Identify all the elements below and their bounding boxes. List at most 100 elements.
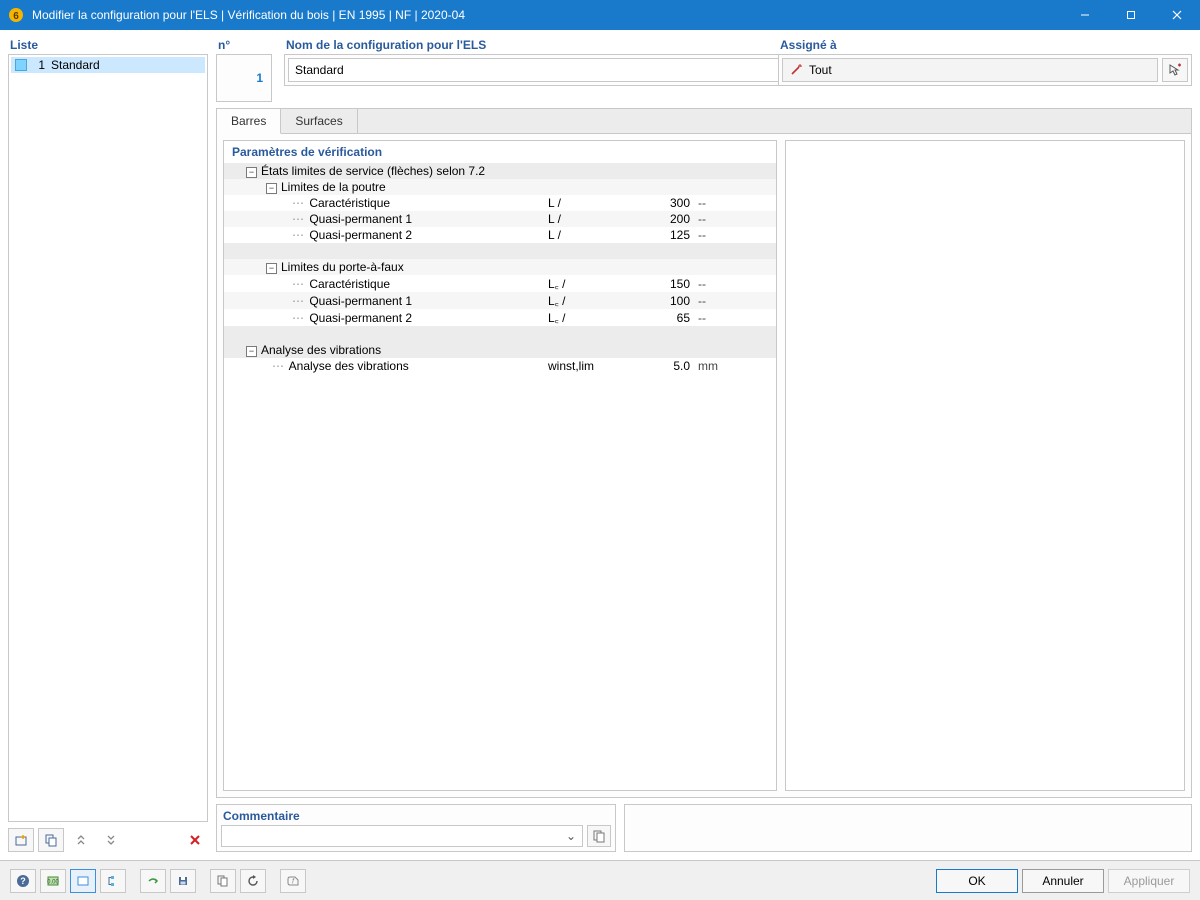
param-row[interactable]: ⋯ CaractéristiqueL /300--: [224, 195, 776, 211]
param-value[interactable]: 100: [614, 292, 694, 309]
copy-button[interactable]: [210, 869, 236, 893]
param-symbol: L /: [544, 195, 614, 211]
window-controls: [1062, 0, 1200, 30]
comment-library-button[interactable]: [587, 825, 611, 847]
close-button[interactable]: [1154, 0, 1200, 30]
param-label: Caractéristique: [309, 277, 390, 291]
param-symbol: winst,lim: [544, 358, 614, 374]
move-down-button[interactable]: [98, 828, 124, 852]
ok-button[interactable]: OK: [936, 869, 1018, 893]
svg-text:0.00: 0.00: [47, 879, 59, 885]
param-unit: --: [694, 309, 734, 326]
list-toolbar: [8, 828, 208, 852]
param-row[interactable]: ⋯ Quasi-permanent 2L꜀ /65--: [224, 309, 776, 326]
svg-text:6: 6: [13, 11, 19, 22]
units-button[interactable]: 0.00: [40, 869, 66, 893]
collapse-icon[interactable]: −: [246, 346, 257, 357]
list-item-number: 1: [33, 58, 45, 72]
new-config-button[interactable]: [8, 828, 34, 852]
script-button[interactable]: f: [280, 869, 306, 893]
svg-text:f: f: [292, 878, 295, 885]
help-button[interactable]: ?: [10, 869, 36, 893]
param-label: Quasi-permanent 1: [309, 212, 412, 226]
config-name-value: Standard: [295, 63, 344, 77]
collapse-icon[interactable]: −: [246, 167, 257, 178]
upper-area: Liste 1 Standard: [8, 38, 1192, 852]
tree-button[interactable]: [100, 869, 126, 893]
list-header: Liste: [8, 38, 208, 54]
param-value[interactable]: 150: [614, 275, 694, 292]
comment-preview-area: [624, 804, 1192, 852]
param-unit: --: [694, 227, 734, 243]
param-value[interactable]: 65: [614, 309, 694, 326]
minimize-button[interactable]: [1062, 0, 1108, 30]
param-value[interactable]: 125: [614, 227, 694, 243]
section-row[interactable]: −Analyse des vibrations: [224, 342, 776, 358]
param-symbol: L /: [544, 227, 614, 243]
chevron-down-icon: ⌄: [566, 829, 576, 843]
assigned-panel: Assigné à Tout: [778, 38, 1192, 86]
move-up-button[interactable]: [68, 828, 94, 852]
param-label: Caractéristique: [309, 196, 390, 210]
param-unit: --: [694, 211, 734, 227]
tabs-body: Paramètres de vérification −États limite…: [217, 134, 1191, 797]
section-label: États limites de service (flèches) selon…: [261, 164, 485, 178]
wand-icon: [789, 63, 803, 77]
param-label: Quasi-permanent 2: [309, 228, 412, 242]
maximize-button[interactable]: [1108, 0, 1154, 30]
list-item-label: Standard: [51, 58, 100, 72]
save-button[interactable]: [170, 869, 196, 893]
list-item[interactable]: 1 Standard: [11, 57, 205, 73]
reset-button[interactable]: [240, 869, 266, 893]
param-symbol: L /: [544, 211, 614, 227]
tab-surfaces[interactable]: Surfaces: [281, 109, 357, 133]
tab-barres[interactable]: Barres: [217, 109, 281, 134]
view-button[interactable]: [70, 869, 96, 893]
parameters-grid[interactable]: Paramètres de vérification −États limite…: [223, 140, 777, 791]
param-row[interactable]: ⋯ CaractéristiqueL꜀ /150--: [224, 275, 776, 292]
param-value[interactable]: 300: [614, 195, 694, 211]
window-title: Modifier la configuration pour l'ELS | V…: [32, 8, 1062, 22]
assigned-to-field[interactable]: Tout: [782, 58, 1158, 82]
assigned-label: Assigné à: [778, 38, 1192, 54]
number-label: n°: [216, 38, 276, 54]
section-row[interactable]: −États limites de service (flèches) selo…: [224, 163, 776, 179]
grid-header: Paramètres de vérification: [224, 141, 776, 163]
param-unit: --: [694, 195, 734, 211]
titlebar: 6 Modifier la configuration pour l'ELS |…: [0, 0, 1200, 30]
preview-pane: [785, 140, 1185, 791]
param-unit: --: [694, 292, 734, 309]
subsection-label: Limites de la poutre: [281, 180, 386, 194]
dialog-window: 6 Modifier la configuration pour l'ELS |…: [0, 0, 1200, 900]
param-row[interactable]: ⋯ Analyse des vibrationswinst,lim5.0mm: [224, 358, 776, 374]
param-label: Analyse des vibrations: [289, 359, 409, 373]
collapse-icon[interactable]: −: [266, 183, 277, 194]
import-button[interactable]: [140, 869, 166, 893]
param-symbol: L꜀ /: [544, 275, 614, 292]
param-symbol: L꜀ /: [544, 309, 614, 326]
assign-pick-button[interactable]: [1162, 58, 1188, 82]
cancel-button[interactable]: Annuler: [1022, 869, 1104, 893]
collapse-icon[interactable]: −: [266, 263, 277, 274]
apply-button[interactable]: Appliquer: [1108, 869, 1190, 893]
center-panel: n° 1 Nom de la configuration pour l'ELS …: [216, 38, 1192, 852]
number-field-group: n° 1: [216, 38, 276, 102]
param-value[interactable]: 200: [614, 211, 694, 227]
param-symbol: L꜀ /: [544, 292, 614, 309]
copy-config-button[interactable]: [38, 828, 64, 852]
delete-config-button[interactable]: [182, 828, 208, 852]
param-label: Quasi-permanent 2: [309, 311, 412, 325]
comment-select[interactable]: ⌄: [221, 825, 583, 847]
config-list[interactable]: 1 Standard: [8, 54, 208, 822]
param-row[interactable]: ⋯ Quasi-permanent 2L /125--: [224, 227, 776, 243]
subsection-row[interactable]: −Limites de la poutre: [224, 179, 776, 195]
subsection-row[interactable]: −Limites du porte-à-faux: [224, 259, 776, 275]
param-label: Quasi-permanent 1: [309, 294, 412, 308]
param-row[interactable]: ⋯ Quasi-permanent 1L꜀ /100--: [224, 292, 776, 309]
subsection-label: Limites du porte-à-faux: [281, 260, 404, 274]
param-value[interactable]: 5.0: [614, 358, 694, 374]
svg-text:?: ?: [20, 876, 26, 886]
left-panel: Liste 1 Standard: [8, 38, 208, 852]
param-row[interactable]: ⋯ Quasi-permanent 1L /200--: [224, 211, 776, 227]
comment-area: Commentaire ⌄: [216, 804, 616, 852]
